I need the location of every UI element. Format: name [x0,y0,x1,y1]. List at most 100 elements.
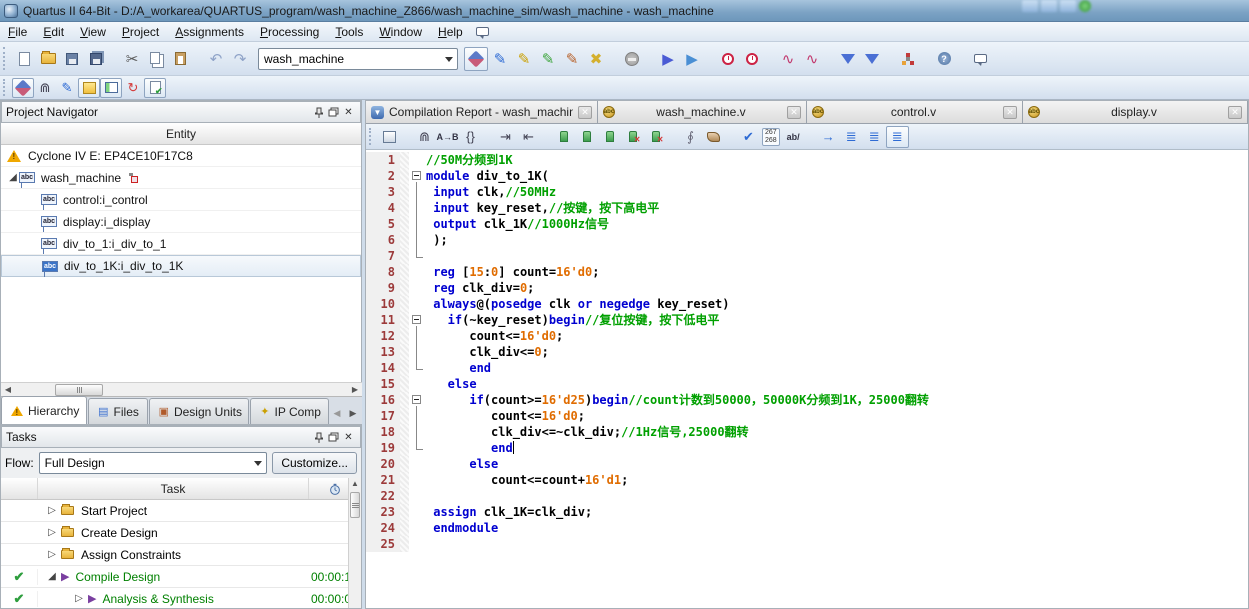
code-text[interactable]: else [426,376,1248,392]
close-icon[interactable]: ✕ [341,105,356,119]
task-table-header[interactable]: Task [1,478,361,500]
code-text[interactable]: count<=16'd0; [426,408,1248,424]
editor-tab-wash-machine.v[interactable]: abcwash_machine.v✕ [598,101,807,123]
check-doc-icon[interactable] [144,78,166,98]
edit-icon[interactable]: ✎ [56,78,78,98]
paste-icon[interactable] [168,47,192,71]
indent-icon[interactable]: ⇥ [494,126,517,148]
cut-icon[interactable]: ✂ [120,47,144,71]
bookmark-next-icon[interactable] [575,126,598,148]
float-window-icon[interactable] [326,105,341,119]
flow-combobox[interactable]: Full Design [39,452,268,474]
notes-icon[interactable] [78,78,100,98]
technology-viewer-icon[interactable]: ∿ [800,47,824,71]
feedback-icon[interactable] [471,20,495,44]
pin-icon[interactable] [311,430,326,444]
goto-icon[interactable]: → [817,126,840,148]
menu-project[interactable]: Project [114,23,167,41]
editor-settings-icon[interactable] [378,126,401,148]
tab-design-units[interactable]: ▣Design Units [149,398,250,424]
code-text[interactable]: if(~key_reset)begin//复位按键，按下低电平 [426,312,1248,328]
code-text[interactable]: ); [426,232,1248,248]
design-assistant-icon[interactable]: ✖ [584,47,608,71]
start-compilation-icon[interactable]: ▶ [656,47,680,71]
layout-icon[interactable] [100,78,122,98]
code-text[interactable]: end [426,440,1248,456]
device-tree-item[interactable]: Cyclone IV E: EP4CE10F17C8 [1,145,361,167]
code-text[interactable]: assign clk_1K=clk_div; [426,504,1248,520]
menu-window[interactable]: Window [371,23,430,41]
macro-icon[interactable] [702,126,725,148]
help-icon[interactable]: ? [932,47,956,71]
menu-processing[interactable]: Processing [252,23,327,41]
menu-edit[interactable]: Edit [35,23,72,41]
fold-collapse-icon[interactable] [412,315,421,324]
replace-icon[interactable]: A→B [436,126,459,148]
toolbar-grip[interactable] [3,79,8,95]
tree-expander-icon[interactable]: ◢ [7,172,19,183]
tree-item-div_to_1[interactable]: abcdiv_to_1:i_div_to_1 [1,233,361,255]
fold-collapse-icon[interactable] [412,395,421,404]
task-expander-icon[interactable]: ◢ [46,571,58,582]
code-text[interactable]: input key_reset,//按键，按下高电平 [426,200,1248,216]
copy-icon[interactable] [144,47,168,71]
outline-all-icon[interactable]: ≣ [886,126,909,148]
code-text[interactable]: count<=16'd0; [426,328,1248,344]
find-icon[interactable]: ⋒ [413,126,436,148]
tab-scroll-left-icon[interactable]: ◀ [330,406,344,420]
refresh-icon[interactable]: ↻ [122,78,144,98]
menu-file[interactable]: File [0,23,35,41]
task-row-create-design[interactable]: ▷Create Design [1,522,361,544]
find-icon[interactable]: ⋒ [34,78,56,98]
code-text[interactable]: clk_div<=~clk_div;//1Hz信号,25000翻转 [426,424,1248,440]
timing-analyzer-icon[interactable] [740,47,764,71]
code-text[interactable]: count<=count+16'd1; [426,472,1248,488]
match-brace-icon[interactable]: {} [459,126,482,148]
start-analysis-icon[interactable]: ▶ [680,47,704,71]
code-text[interactable]: end [426,360,1248,376]
bookmark-delete-icon[interactable] [621,126,644,148]
fold-collapse-icon[interactable] [412,171,421,180]
tree-item-div_to_1K[interactable]: abcdiv_to_1K:i_div_to_1K [1,255,361,277]
task-expander-icon[interactable]: ▷ [46,549,58,560]
task-expander-icon[interactable]: ▷ [46,527,58,538]
task-row-start-project[interactable]: ▷Start Project [1,500,361,522]
code-text[interactable]: reg clk_div=0; [426,280,1248,296]
close-icon[interactable]: ✕ [787,106,801,119]
stop-icon[interactable] [620,47,644,71]
revision-combobox[interactable]: wash_machine [258,48,458,70]
task-row-analysis-synthesis[interactable]: ✔▷▶Analysis & Synthesis00:00:03 [1,588,361,609]
tab-hierarchy[interactable]: Hierarchy [1,396,87,424]
code-text[interactable]: input clk,//50MHz [426,184,1248,200]
bookmark-toggle-icon[interactable] [552,126,575,148]
outline-expand-icon[interactable]: ≣ [863,126,886,148]
tree-item-control[interactable]: abccontrol:i_control [1,189,361,211]
menu-help[interactable]: Help [430,23,471,41]
tree-item-display[interactable]: abcdisplay:i_display [1,211,361,233]
menu-assignments[interactable]: Assignments [167,23,252,41]
timing-constraints-icon[interactable]: ✎ [560,47,584,71]
tree-item-wash_machine[interactable]: ◢abcwash_machine [1,167,361,189]
tab-ip-comp[interactable]: ✦IP Comp [250,398,329,424]
scrollbar-thumb[interactable] [350,492,360,518]
scroll-up-icon[interactable]: ▲ [349,478,361,490]
menu-tools[interactable]: Tools [327,23,371,41]
open-file-icon[interactable] [36,47,60,71]
float-window-icon[interactable] [326,430,341,444]
code-text[interactable]: module div_to_1K( [426,168,1248,184]
compass-icon[interactable] [12,78,34,98]
task-expander-icon[interactable]: ▷ [46,505,58,516]
scroll-left-icon[interactable]: ◀ [1,383,15,397]
code-text[interactable] [426,488,1248,504]
entity-column-header[interactable]: Entity [1,123,361,145]
task-row-compile-design[interactable]: ✔◢▶Compile Design00:00:18 [1,566,361,588]
editor-tab-display.v[interactable]: abcdisplay.v✕ [1023,101,1248,123]
timequest-icon[interactable] [716,47,740,71]
unindent-icon[interactable]: ⇤ [517,126,540,148]
attach-icon[interactable]: ∮ [679,126,702,148]
code-text[interactable]: reg [15:0] count=16'd0; [426,264,1248,280]
whitespace-icon[interactable]: ab/ [782,126,805,148]
tab-files[interactable]: ▤Files [88,398,147,424]
outline-collapse-icon[interactable]: ≣ [840,126,863,148]
syntax-check-icon[interactable]: ✔ [737,126,760,148]
